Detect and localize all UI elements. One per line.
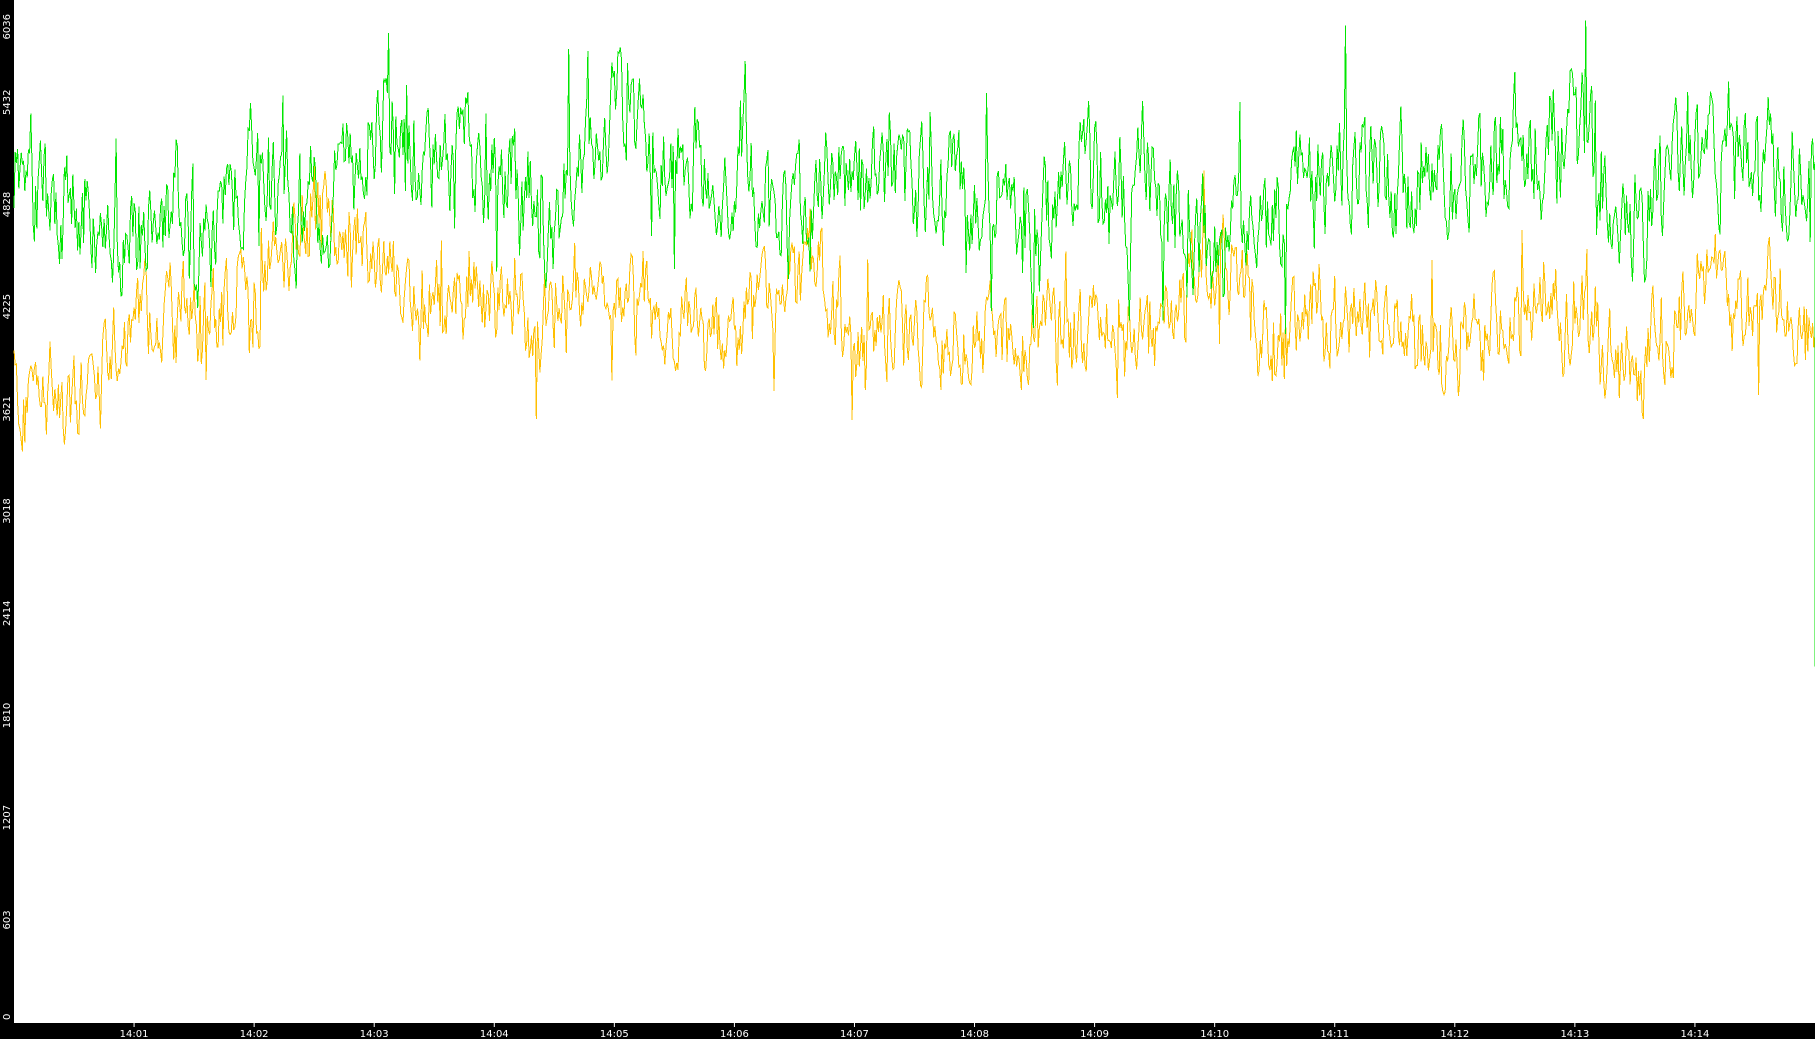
x-tick-label: 14:08 xyxy=(960,1029,989,1039)
line-chart: 0 603 1207 1810 2414 3018 3621 4225 4828 5432 6036… xyxy=(0,0,1815,1039)
y-tick-label: 2414 xyxy=(2,601,13,626)
y-tick-label: 4828 xyxy=(2,192,13,217)
x-tick-label: 14:13 xyxy=(1560,1029,1589,1039)
x-tick-label: 14:03 xyxy=(360,1029,389,1039)
y-tick-label: 603 xyxy=(2,910,13,929)
y-tick-label: 6036 xyxy=(2,14,13,39)
x-tick-label: 14:06 xyxy=(720,1029,749,1039)
y-axis: 0 603 1207 1810 2414 3018 3621 4225 4828 5432 6036 xyxy=(2,14,13,1020)
chart-canvas: 0 603 1207 1810 2414 3018 3621 4225 4828 5432 6036… xyxy=(2,0,1815,1039)
x-axis: 14:01 14:02 14:03 14:04 14:05 14:06 14:07 14:08… xyxy=(120,1023,1710,1039)
x-tick-label: 14:04 xyxy=(480,1029,509,1039)
x-tick-label: 14:09 xyxy=(1080,1029,1109,1039)
y-tick-label: 3621 xyxy=(2,396,13,421)
y-tick-label: 5432 xyxy=(2,90,13,115)
x-tick-label: 14:12 xyxy=(1440,1029,1469,1039)
y-tick-label: 0 xyxy=(2,1014,13,1020)
x-tick-label: 14:10 xyxy=(1200,1029,1229,1039)
x-tick-label: 14:07 xyxy=(840,1029,869,1039)
x-tick-label: 14:05 xyxy=(600,1029,629,1039)
x-tick-label: 14:01 xyxy=(120,1029,149,1039)
x-tick-label: 14:11 xyxy=(1320,1029,1349,1039)
x-tick-label: 14:14 xyxy=(1681,1029,1710,1039)
y-tick-label: 1810 xyxy=(2,703,13,728)
x-tick-label: 14:02 xyxy=(240,1029,269,1039)
plot-area xyxy=(14,0,1815,1023)
y-tick-label: 3018 xyxy=(2,498,13,523)
y-tick-label: 1207 xyxy=(2,805,13,830)
y-tick-label: 4225 xyxy=(2,294,13,319)
